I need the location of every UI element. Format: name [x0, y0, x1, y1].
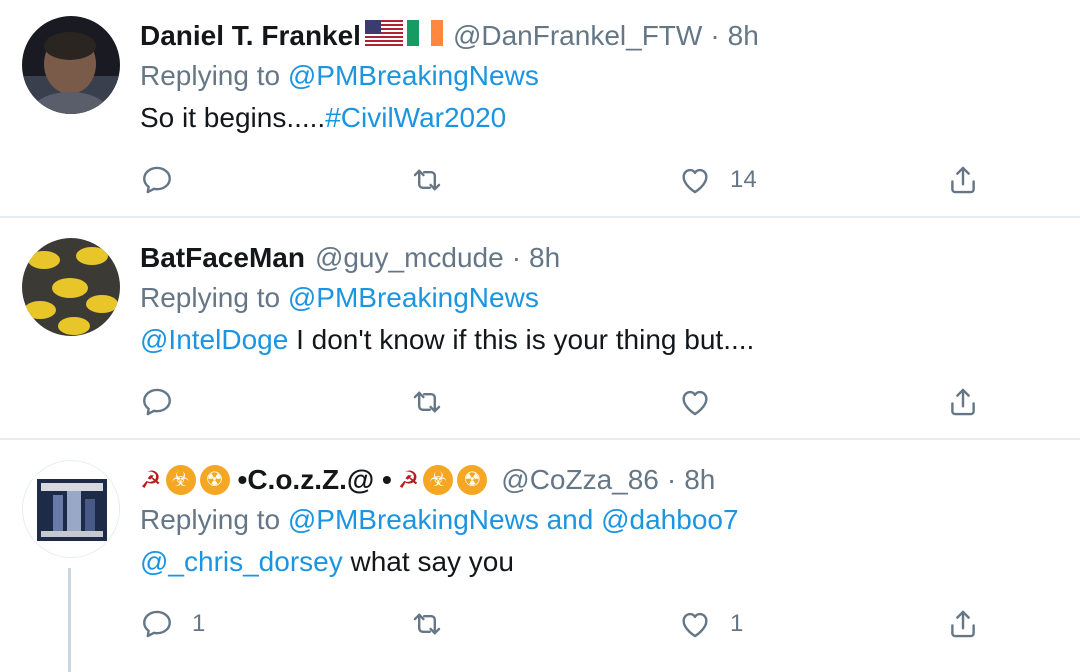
heart-icon	[682, 390, 708, 416]
us-flag-icon	[364, 19, 403, 53]
reply-icon	[143, 166, 171, 194]
separator-dot: ·	[710, 20, 720, 51]
hammer-sickle-icon: ☭	[397, 466, 420, 494]
timestamp[interactable]: 8h	[684, 464, 715, 496]
tweet-text: @_chris_dorsey what say you	[140, 546, 514, 578]
heart-icon	[682, 168, 708, 194]
replying-to-label: Replying to	[140, 60, 288, 91]
tweet-text: @IntelDoge I don't know if this is your …	[140, 324, 754, 356]
reply-icon	[143, 610, 171, 638]
radioactive-icon: ☢	[199, 465, 230, 495]
tweet-text-plain: what say you	[342, 546, 514, 577]
avatar-image	[23, 461, 119, 557]
like-count: 1	[730, 610, 744, 637]
retweet-button[interactable]	[410, 160, 462, 200]
reply-button[interactable]	[140, 160, 192, 200]
biohazard-icon: ☣	[165, 465, 196, 495]
avatar[interactable]	[22, 460, 120, 558]
share-icon	[951, 166, 975, 194]
avatar[interactable]	[22, 238, 120, 336]
user-handle[interactable]: @DanFrankel_FTW	[453, 20, 702, 52]
display-name[interactable]: BatFaceMan	[140, 242, 305, 274]
retweet-icon	[413, 169, 441, 191]
heart-icon	[682, 612, 708, 638]
retweet-button[interactable]	[410, 382, 462, 422]
share-button[interactable]	[946, 604, 980, 644]
replying-to-and: and	[538, 504, 602, 535]
replying-to-label: Replying to	[140, 504, 288, 535]
reply-button[interactable]: 1	[140, 604, 205, 644]
timestamp[interactable]: 8h	[529, 242, 560, 274]
user-handle[interactable]: @CoZza_86	[501, 464, 659, 496]
retweet-button[interactable]	[410, 604, 462, 644]
tweet-text-plain: So it begins.....	[140, 102, 326, 133]
retweet-icon	[413, 391, 441, 413]
tweet-actions: 1 1	[140, 604, 1000, 644]
like-button[interactable]: 1	[678, 604, 743, 644]
tweet-actions: 14	[140, 160, 1000, 200]
display-name[interactable]: •C.o.z.Z.@ •	[238, 464, 392, 496]
retweet-icon	[413, 613, 441, 635]
thread-connector	[68, 568, 71, 672]
radioactive-icon: ☢	[457, 465, 488, 495]
share-icon	[951, 388, 975, 416]
separator-dot: ·	[511, 242, 522, 273]
share-button[interactable]	[946, 160, 980, 200]
replying-to: Replying to @PMBreakingNews and @dahboo7	[140, 504, 739, 536]
reply-icon	[143, 388, 171, 416]
replying-to-link[interactable]: @PMBreakingNews	[288, 60, 539, 91]
tweet-2[interactable]: BatFaceMan @guy_mcdude · 8h Replying to …	[0, 222, 1080, 444]
ireland-flag-icon	[406, 19, 443, 53]
tweet-3[interactable]: ☭ ☣ ☢ •C.o.z.Z.@ • ☭ ☣ ☢ @CoZza_86 · 8h …	[0, 444, 1080, 672]
share-button[interactable]	[946, 382, 980, 422]
tweet-actions	[140, 382, 1000, 422]
mention-link[interactable]: @IntelDoge	[140, 324, 288, 355]
separator-dot: ·	[666, 464, 677, 495]
replying-to-link[interactable]: @PMBreakingNews	[288, 282, 539, 313]
avatar-image	[22, 238, 120, 336]
timestamp[interactable]: 8h	[728, 20, 759, 52]
user-handle[interactable]: @guy_mcdude	[315, 242, 504, 274]
tweet-1[interactable]: Daniel T. Frankel @DanFrankel_FTW · 8h R…	[0, 0, 1080, 222]
avatar[interactable]	[22, 16, 120, 114]
hammer-sickle-icon: ☭	[140, 466, 162, 494]
replying-to-link[interactable]: @PMBreakingNews	[288, 504, 539, 535]
replying-to: Replying to @PMBreakingNews	[140, 282, 539, 314]
tweet-text-plain: I don't know if this is your thing but..…	[288, 324, 755, 355]
reply-count: 1	[192, 610, 206, 637]
reply-button[interactable]	[140, 382, 192, 422]
hashtag-link[interactable]: #CivilWar2020	[325, 102, 506, 133]
avatar-image	[22, 16, 120, 114]
display-name[interactable]: Daniel T. Frankel	[140, 20, 361, 52]
share-icon	[951, 610, 975, 638]
replying-to-label: Replying to	[140, 282, 288, 313]
replying-to-link-2[interactable]: @dahboo7	[601, 504, 738, 535]
like-button[interactable]: 14	[678, 160, 757, 200]
like-count: 14	[730, 166, 757, 193]
replying-to: Replying to @PMBreakingNews	[140, 60, 539, 92]
tweet-text: So it begins.....#CivilWar2020	[140, 102, 506, 134]
divider	[0, 216, 1080, 218]
like-button[interactable]	[678, 382, 730, 422]
biohazard-icon: ☣	[423, 465, 454, 495]
mention-link[interactable]: @_chris_dorsey	[140, 546, 343, 577]
divider	[0, 438, 1080, 440]
